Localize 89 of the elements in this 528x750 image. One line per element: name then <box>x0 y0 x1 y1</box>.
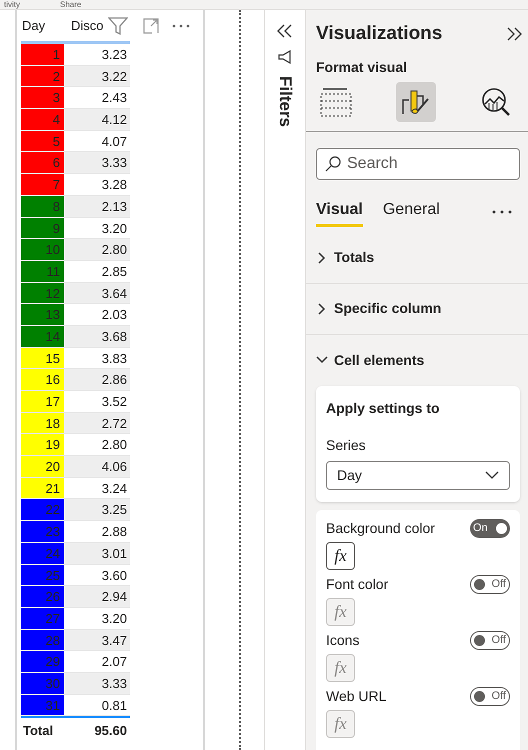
table-cell: 5 <box>21 130 64 152</box>
table-cell: 3.25 <box>64 499 130 520</box>
table-cell: 11 <box>21 260 64 282</box>
series-dropdown[interactable]: Day <box>326 460 510 490</box>
table-cell: 29 <box>21 651 64 672</box>
table-cell: 3.68 <box>64 326 130 347</box>
card-title: Apply settings to <box>326 398 441 418</box>
table-cell: 2.80 <box>64 239 130 260</box>
table-cell: 3 <box>21 87 64 108</box>
table-cell: 16 <box>21 369 64 390</box>
setting-label: Icons <box>326 630 360 650</box>
total-value: 95.60 <box>93 722 128 740</box>
column-header[interactable]: Day <box>22 16 65 36</box>
table-cell: 1 <box>21 44 64 65</box>
section-header[interactable]: Specific column <box>306 284 528 334</box>
filter-icon <box>278 50 292 64</box>
format-tab[interactable]: General <box>382 198 440 226</box>
ribbon-tab[interactable]: tivity <box>4 0 20 9</box>
table-layout-icon <box>319 86 353 118</box>
table-cell: 2.94 <box>64 586 130 607</box>
pane-title: Visualizations <box>316 22 442 46</box>
table-cell: 2 <box>21 66 64 86</box>
setting-label: Font color <box>326 574 388 594</box>
table-cell: 20 <box>21 456 64 477</box>
table-cell: 14 <box>21 326 64 347</box>
table-cell: 27 <box>21 608 64 629</box>
table-cell: 2.72 <box>64 412 130 434</box>
field-label: Series <box>326 436 367 454</box>
ribbon-tab[interactable]: Share <box>60 0 82 9</box>
more-options-icon[interactable] <box>172 24 190 28</box>
fx-button[interactable]: fx <box>326 542 355 570</box>
toggle-switch[interactable]: Off <box>470 574 510 594</box>
toggle-switch[interactable]: Off <box>470 630 510 650</box>
table-cell: 4.12 <box>64 109 130 130</box>
table-cell: 13 <box>21 304 64 325</box>
magnifier-chart-icon <box>480 86 512 118</box>
search-input[interactable]: Search <box>347 152 511 176</box>
table-cell: 3.22 <box>64 66 130 86</box>
search-icon <box>325 156 341 172</box>
table-cell: 3.33 <box>64 672 130 694</box>
chevron-down-icon <box>485 471 499 479</box>
table-cell: 12 <box>21 282 64 304</box>
pane-tab[interactable] <box>396 82 436 122</box>
table-cell: 4.06 <box>64 456 130 477</box>
double-chevron-right-icon[interactable] <box>506 27 522 42</box>
table-cell: 6 <box>21 152 64 174</box>
table-cell: 8 <box>21 196 64 216</box>
table-cell: 19 <box>21 434 64 456</box>
table-cell: 31 <box>21 694 64 716</box>
chevron-icon <box>316 302 328 314</box>
table-cell: 9 <box>21 218 64 238</box>
table-cell: 17 <box>21 391 64 412</box>
chevron-icon <box>316 354 328 366</box>
table-cell: 2.13 <box>64 196 130 216</box>
table-cell: 2.86 <box>64 369 130 390</box>
search-field[interactable]: Search <box>316 148 520 180</box>
table-cell: 21 <box>21 478 64 498</box>
table-cell: 24 <box>21 542 64 564</box>
table-cell: 23 <box>21 521 64 542</box>
chevron-icon <box>316 252 328 264</box>
table-cell: 28 <box>21 630 64 650</box>
table-cell: 22 <box>21 499 64 520</box>
toggle-switch[interactable]: Off <box>470 686 510 706</box>
table-cell: 15 <box>21 348 64 368</box>
table-cell: 3.47 <box>64 630 130 650</box>
toggle-switch[interactable]: On <box>470 518 510 538</box>
table-cell: 18 <box>21 412 64 434</box>
setting-label: Background color <box>326 518 435 538</box>
table-cell: 26 <box>21 586 64 607</box>
double-chevron-left-icon[interactable] <box>277 24 293 38</box>
column-header[interactable]: Disco <box>71 16 104 36</box>
table-cell: 3.33 <box>64 152 130 174</box>
table-cell: 25 <box>21 564 64 586</box>
table-cell: 10 <box>21 239 64 260</box>
table-cell: 4 <box>21 109 64 130</box>
table-cell: 7 <box>21 174 64 195</box>
section-header[interactable]: Cell elements <box>306 334 528 386</box>
more-options-icon[interactable] <box>492 210 512 214</box>
expand-icon[interactable] <box>142 17 160 35</box>
format-tab[interactable]: Visual <box>316 198 363 226</box>
pane-subtitle: Format visual <box>316 58 408 76</box>
total-label: Total <box>22 722 54 740</box>
filter-icon[interactable] <box>108 16 128 36</box>
table-cell: 3.64 <box>64 282 130 304</box>
setting-label: Web URL <box>326 686 386 706</box>
filters-title[interactable]: Filters <box>272 76 298 128</box>
table-cell: 30 <box>21 672 64 694</box>
section-header[interactable]: Totals <box>306 232 528 284</box>
table-cell: 3.01 <box>64 542 130 564</box>
